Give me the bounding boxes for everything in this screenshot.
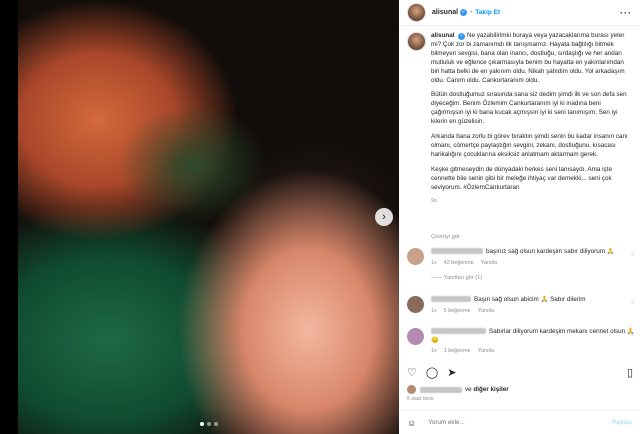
separator-dot: • bbox=[470, 9, 473, 16]
redacted-username bbox=[431, 328, 486, 335]
redacted-username bbox=[431, 296, 471, 303]
comment-age: 1s bbox=[431, 307, 437, 314]
reply-button[interactable]: Yanıtla bbox=[478, 348, 494, 354]
likes-others-link[interactable]: diğer kişiler bbox=[473, 386, 508, 393]
view-replies-link[interactable]: —— Yanıtları gör (1) bbox=[431, 275, 635, 281]
photo-image bbox=[18, 0, 399, 434]
caption-paragraph: Keşke gitmeseydin de dünyadaki herkes se… bbox=[431, 165, 612, 191]
add-comment-bar: ☺ Paylaş bbox=[399, 410, 640, 434]
post-header: alisunal ✓ • Takip Et ··· bbox=[399, 0, 640, 26]
comment-item: Başın sağ olsun abicim 🙏 Sabır dilerim 1… bbox=[407, 296, 635, 315]
post-actions: ♡ ◯ ➤ ▯ bbox=[407, 365, 633, 379]
caption-paragraph: Arkanda bana zorlu bi görev bıraktın şim… bbox=[431, 133, 628, 158]
avatar[interactable] bbox=[407, 3, 426, 22]
likes-summary: ve diğer kişiler bbox=[407, 385, 509, 394]
follow-button[interactable]: Takip Et bbox=[475, 9, 500, 16]
translation-link[interactable]: Çeviriyi gör bbox=[431, 234, 460, 240]
reply-button[interactable]: Yanıtla bbox=[481, 260, 497, 266]
header-username[interactable]: alisunal bbox=[432, 9, 458, 16]
heart-icon[interactable]: ♡ bbox=[630, 299, 635, 306]
avatar bbox=[407, 385, 416, 394]
avatar[interactable] bbox=[407, 296, 424, 313]
comment-likes[interactable]: 42 beğenme bbox=[444, 260, 474, 266]
post-comment-button[interactable]: Paylaş bbox=[612, 419, 632, 426]
verified-icon: ✓ bbox=[460, 9, 468, 16]
comment-item: başınız sağ olsun kardeşim sabır diliyor… bbox=[407, 248, 635, 281]
post-caption: alisunal ✓ Ne yazabilirimki buraya veya … bbox=[407, 32, 633, 205]
verified-icon: ✓ bbox=[458, 33, 466, 40]
redacted-username bbox=[420, 386, 462, 393]
share-icon[interactable]: ➤ bbox=[447, 366, 456, 379]
avatar[interactable] bbox=[407, 248, 424, 265]
comment-age: 1s bbox=[431, 348, 437, 354]
carousel-dot bbox=[206, 422, 211, 426]
caption-timestamp: 9s bbox=[431, 197, 437, 204]
reply-button[interactable]: Yanıtla bbox=[478, 308, 494, 314]
avatar[interactable] bbox=[407, 328, 424, 345]
bookmark-icon[interactable]: ▯ bbox=[627, 366, 633, 379]
redacted-username bbox=[431, 248, 483, 255]
more-icon[interactable]: ··· bbox=[620, 8, 632, 18]
comment-text: Başın sağ olsun abicim 🙏 Sabır dilerim bbox=[474, 296, 586, 303]
comment-icon[interactable]: ◯ bbox=[426, 366, 438, 379]
comment-item: Sabırlar diliyorum kardeşim mekanı cenne… bbox=[407, 328, 635, 356]
comment-age: 1s bbox=[431, 259, 437, 266]
post-photo[interactable]: › bbox=[18, 0, 399, 434]
heart-icon[interactable]: ♡ bbox=[630, 251, 635, 258]
next-arrow-icon[interactable]: › bbox=[375, 208, 393, 226]
comment-likes[interactable]: 1 beğenme bbox=[444, 348, 471, 354]
emoji-icon[interactable]: ☺ bbox=[407, 418, 416, 428]
post-sidebar: alisunal ✓ • Takip Et ··· alisunal ✓ Ne … bbox=[399, 0, 640, 434]
caption-username[interactable]: alisunal bbox=[431, 32, 454, 39]
carousel-dot bbox=[213, 422, 218, 426]
comment-text: başınız sağ olsun kardeşim sabır diliyor… bbox=[486, 248, 615, 255]
avatar[interactable] bbox=[407, 32, 426, 51]
post-date: 5 saat önce bbox=[407, 396, 434, 402]
likes-prefix: ve bbox=[465, 386, 472, 393]
heart-icon[interactable]: ♡ bbox=[407, 366, 417, 379]
carousel-dots bbox=[199, 422, 218, 426]
carousel-dot bbox=[199, 422, 204, 426]
comment-likes[interactable]: 5 beğenme bbox=[444, 308, 471, 314]
comment-input[interactable] bbox=[426, 418, 613, 427]
caption-paragraph: Bütün dostluğumuz sırasında sana siz ded… bbox=[431, 91, 627, 126]
heart-icon[interactable]: ♡ bbox=[630, 331, 635, 338]
